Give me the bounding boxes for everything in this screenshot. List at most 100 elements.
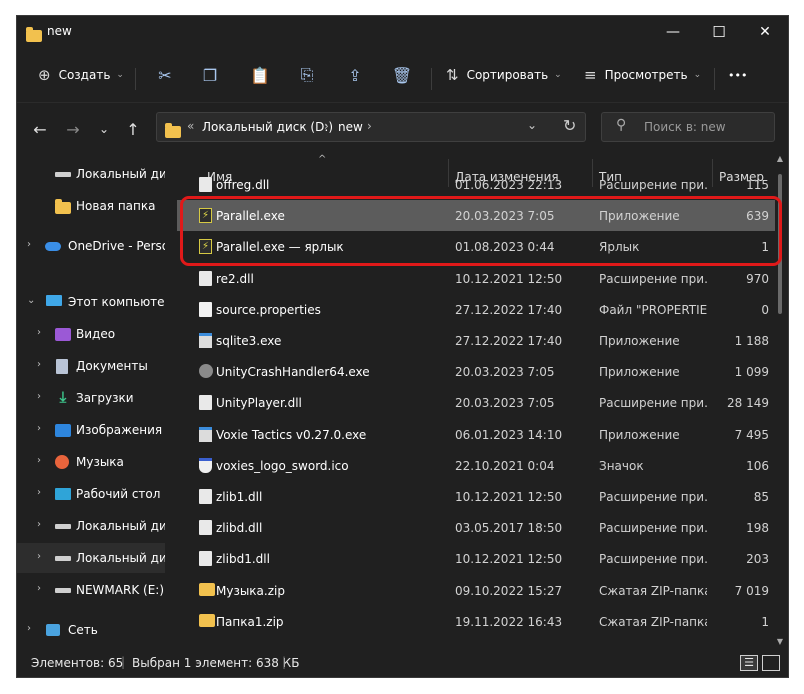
file-row[interactable]: re2.dll 10.12.2021 12:50 Расширение при...… (177, 263, 775, 294)
chevron-right-icon[interactable]: › (37, 359, 41, 370)
file-name: UnityPlayer.dll (216, 396, 302, 411)
file-type: Расширение при... (599, 271, 707, 286)
sidebar-item-drive-selected[interactable]: › Локальный ди (17, 543, 165, 573)
rename-icon[interactable]: ⎘ (292, 62, 322, 88)
file-row[interactable]: zlib1.dll 10.12.2021 12:50 Расширение при.… (177, 481, 775, 512)
file-size: 1 099 (734, 365, 769, 380)
paste-icon[interactable]: 📋 (245, 62, 275, 88)
chevron-down-icon[interactable]: ⌄ (27, 295, 35, 306)
recent-chevron-icon[interactable]: ⌄ (91, 117, 117, 141)
details-view-icon[interactable]: ☰ (740, 655, 758, 671)
address-dropdown-icon[interactable]: ⌄ (527, 118, 537, 132)
file-date: 27.12.2022 17:40 (455, 302, 563, 317)
chevron-right-icon[interactable]: › (27, 239, 31, 250)
file-row[interactable]: Voxie Tactics v0.27.0.exe 06.01.2023 14:1… (177, 419, 775, 450)
file-date: 27.12.2022 17:40 (455, 334, 563, 348)
sidebar-item-drive[interactable]: Локальный ди (17, 159, 165, 189)
sidebar-item-music[interactable]: › Музыка (17, 447, 165, 477)
new-button[interactable]: ⊕ Создать ⌄ (38, 64, 124, 86)
file-date: 10.12.2021 12:50 (455, 271, 563, 286)
cut-icon[interactable]: ✂ (150, 62, 180, 88)
scroll-up-icon[interactable]: ▲ (775, 154, 785, 163)
file-row[interactable]: voxies_logo_sword.ico 22.10.2021 0:04 Знач… (177, 450, 775, 481)
documents-icon (56, 359, 68, 374)
drive-icon (55, 588, 71, 593)
sidebar-item-label: Видео (76, 327, 116, 341)
chevron-right-icon[interactable]: › (37, 455, 41, 466)
address-bar[interactable]: « Локальный диск (D:) › new › ⌄ ↻ (156, 112, 586, 142)
search-placeholder[interactable]: Поиск в: new (644, 120, 726, 134)
search-icon: ⚲ (616, 117, 627, 133)
sidebar-item-newmark[interactable]: › NEWMARK (E:) (17, 575, 165, 605)
tiles-view-icon[interactable] (762, 655, 780, 671)
back-arrow-icon[interactable]: ← (27, 117, 53, 141)
chevron-right-icon[interactable]: › (37, 583, 41, 594)
refresh-icon[interactable]: ↻ (563, 116, 576, 135)
sidebar-item-onedrive[interactable]: › OneDrive - Perso (17, 231, 165, 261)
breadcrumb-drive[interactable]: Локальный диск (D:) (202, 120, 333, 134)
file-row[interactable]: UnityPlayer.dll 20.03.2023 7:05 Расширение… (177, 387, 775, 418)
chevron-right-icon[interactable]: › (37, 391, 41, 402)
chevron-down-icon: ⌄ (116, 70, 124, 80)
sidebar-item-drive[interactable]: › Локальный ди (17, 511, 165, 541)
sort-button[interactable]: ⇅ Сортировать ⌄ (446, 64, 562, 86)
file-size: 28 149 (727, 396, 769, 411)
sidebar-item-documents[interactable]: › Документы (17, 351, 165, 381)
file-type: Значок (599, 458, 644, 473)
copy-icon[interactable]: ❐ (195, 62, 225, 88)
breadcrumb-folder[interactable]: new (338, 120, 363, 134)
downloads-icon: ⤓ (59, 388, 67, 406)
sidebar-item-new-folder[interactable]: Новая папка (17, 191, 165, 221)
chevron-right-icon[interactable]: › (37, 487, 41, 498)
file-date: 06.01.2023 14:10 (455, 427, 563, 442)
sidebar-item-downloads[interactable]: › ⤓ Загрузки (17, 383, 165, 413)
title-bar: new — ☐ ✕ (17, 16, 788, 48)
chevron-right-icon[interactable]: › (27, 623, 31, 634)
file-date: 10.12.2021 12:50 (455, 490, 563, 504)
overflow-icon[interactable]: « (187, 119, 194, 133)
status-divider: | (121, 655, 126, 669)
file-row[interactable]: Папка1.zip 19.11.2022 16:43 Сжатая ZIP-пап… (177, 606, 775, 637)
view-icon: ≡ (584, 66, 597, 84)
unity-icon (199, 364, 213, 379)
up-arrow-icon[interactable]: ↑ (120, 117, 146, 141)
file-name: Папка1.zip (216, 614, 284, 629)
sidebar-item-network[interactable]: › Сеть (17, 615, 165, 645)
file-row[interactable]: zlibd1.dll 10.12.2021 12:50 Расширение при… (177, 543, 775, 574)
minimize-button[interactable]: — (650, 16, 696, 48)
search-box[interactable]: ⚲ Поиск в: new (601, 112, 775, 142)
file-row[interactable]: source.properties 27.12.2022 17:40 Файл "P… (177, 294, 775, 325)
desktop-icon (55, 488, 71, 500)
file-type: Расширение при... (599, 396, 707, 411)
view-label: Просмотреть (604, 68, 688, 82)
share-icon[interactable]: ⇪ (340, 62, 370, 88)
chevron-right-icon[interactable]: › (37, 519, 41, 530)
sidebar-item-pictures[interactable]: › Изображения (17, 415, 165, 445)
scroll-down-icon[interactable]: ▼ (775, 637, 785, 646)
chevron-right-icon[interactable]: › (37, 327, 41, 338)
file-name: Voxie Tactics v0.27.0.exe (216, 427, 367, 442)
sidebar-item-desktop[interactable]: › Рабочий стол (17, 479, 165, 509)
forward-arrow-icon[interactable]: → (60, 117, 86, 141)
chevron-right-icon[interactable]: › (37, 423, 41, 434)
file-date: 19.11.2022 16:43 (455, 614, 563, 629)
file-date: 01.06.2023 22:13 (455, 178, 563, 192)
zip-icon (199, 613, 215, 627)
more-button[interactable]: ••• (728, 64, 747, 86)
view-button[interactable]: ≡ Просмотреть ⌄ (584, 64, 701, 86)
file-row[interactable]: UnityCrashHandler64.exe 20.03.2023 7:05 Пр… (177, 356, 775, 387)
chevron-right-icon[interactable]: › (37, 551, 41, 562)
file-row[interactable]: Музыка.zip 09.10.2022 15:27 Сжатая ZIP-пап… (177, 575, 775, 606)
file-row[interactable]: zlibd.dll 03.05.2017 18:50 Расширение при.… (177, 512, 775, 543)
sidebar-item-video[interactable]: › Видео (17, 319, 165, 349)
sidebar-item-this-pc[interactable]: ⌄ Этот компьютер (17, 287, 165, 317)
maximize-button[interactable]: ☐ (696, 16, 742, 48)
file-name: UnityCrashHandler64.exe (216, 365, 370, 380)
delete-icon[interactable]: 🗑 (387, 62, 417, 88)
plus-circle-icon: ⊕ (38, 66, 51, 84)
close-button[interactable]: ✕ (742, 16, 788, 48)
status-divider: | (282, 655, 287, 669)
file-type: Файл "PROPERTIES" (599, 302, 707, 317)
file-row[interactable]: sqlite3.exe 27.12.2022 17:40 Приложение 1 1… (177, 325, 775, 356)
music-icon (55, 455, 69, 469)
